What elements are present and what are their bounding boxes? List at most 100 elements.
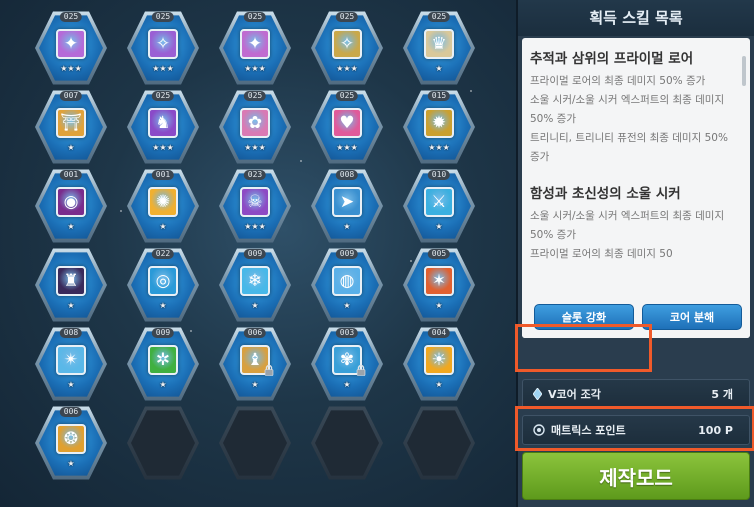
description-line: 소울 시커/소울 시커 엑스퍼트의 최종 데미지 50% 증가	[530, 210, 725, 241]
section-body: 프라이멀 로어의 최종 데미지 50% 증가 소울 시커/소울 시커 엑스퍼트의…	[530, 72, 730, 167]
core-star-rating: ★	[159, 301, 167, 310]
winged-emblem-icon: ✦	[56, 29, 86, 59]
vcore-fragment-icon	[533, 388, 542, 400]
core-star-rating: ★	[67, 143, 75, 152]
dark-warrior-icon: ♜	[56, 266, 86, 296]
section-body: 소울 시커/소울 시커 엑스퍼트의 최종 데미지 50% 증가 프라이멀 로어의…	[530, 207, 730, 264]
skill-core-slot[interactable]: 025 ✦ ★★★	[219, 10, 291, 86]
panel-title: 획득 스킬 목록	[518, 0, 754, 36]
core-star-rating: ★	[159, 380, 167, 389]
skill-core-slot[interactable]: ♜ ★	[35, 247, 107, 323]
winged-emblem-icon: ✦	[240, 29, 270, 59]
core-level-tag: 010	[427, 170, 451, 180]
water-orb-icon: ◍	[332, 266, 362, 296]
core-level-tag: 006	[243, 328, 267, 338]
skill-core-slot[interactable]: 022 ◎ ★	[127, 247, 199, 323]
core-level-tag: 025	[335, 91, 359, 101]
golden-gear-icon: ✹	[424, 108, 454, 138]
core-star-rating: ★	[343, 301, 351, 310]
description-scrollbar[interactable]	[742, 56, 746, 86]
skill-core-slot[interactable]: 005 ✶ ★	[403, 247, 475, 323]
skill-core-slot[interactable]: 006 ♝ ★	[219, 326, 291, 402]
lock-icon	[356, 364, 366, 376]
ice-pillar-icon: ❄	[240, 266, 270, 296]
eye-icon: ◉	[56, 187, 86, 217]
skill-core-slot[interactable]: 023 ☠ ★★★	[219, 168, 291, 244]
craft-mode-button[interactable]: 제작모드	[522, 452, 750, 500]
skill-core-slot[interactable]: 025 ✧ ★★★	[311, 10, 383, 86]
core-star-rating: ★★★	[244, 64, 266, 73]
core-level-tag: 025	[151, 12, 175, 22]
core-level-tag: 015	[427, 91, 451, 101]
skill-core-slot[interactable]: 007 ⛩ ★	[35, 89, 107, 165]
description-line: 프라이멀 로어의 최종 데미지 50% 증가	[530, 75, 706, 87]
skill-core-slot[interactable]: 025 ♞ ★★★	[127, 89, 199, 165]
goddess-icon: ♛	[424, 29, 454, 59]
skill-core-slot[interactable]: 009 ❄ ★	[219, 247, 291, 323]
empty-core-slot[interactable]	[403, 405, 475, 481]
skill-core-slot[interactable]: 025 ✧ ★★★	[127, 10, 199, 86]
skill-core-slot[interactable]: 003 ✾ ★	[311, 326, 383, 402]
skill-core-slot[interactable]: 004 ☀ ★	[403, 326, 475, 402]
core-level-tag: 025	[59, 12, 83, 22]
core-star-rating: ★	[343, 222, 351, 231]
core-level-tag: 005	[427, 249, 451, 259]
skill-core-slot[interactable]: 025 ♛ ★	[403, 10, 475, 86]
core-star-rating: ★★★	[152, 143, 174, 152]
core-star-rating: ★★★	[244, 143, 266, 152]
skill-core-slot[interactable]: 008 ✴ ★	[35, 326, 107, 402]
matrix-point-row: 매트릭스 포인트 100 P	[522, 415, 750, 445]
core-star-rating: ★	[67, 459, 75, 468]
description-line: 프라이멀 로어의 최종 데미지 50	[530, 248, 673, 260]
core-level-tag: 022	[151, 249, 175, 259]
sun-burst-icon: ✺	[148, 187, 178, 217]
vcore-fragment-value: 5 개	[711, 388, 733, 401]
core-level-tag: 006	[59, 407, 83, 417]
core-disassemble-button[interactable]: 코어 분해	[642, 304, 742, 330]
vcore-fragment-label: V코어 조각	[548, 388, 601, 401]
blade-icon: ⚔	[424, 187, 454, 217]
core-level-tag: 007	[59, 91, 83, 101]
skill-core-slot[interactable]: 008 ➤ ★	[311, 168, 383, 244]
core-star-rating: ★	[343, 380, 351, 389]
skill-core-slot[interactable]: 001 ✺ ★	[127, 168, 199, 244]
core-level-tag: 004	[427, 328, 451, 338]
core-star-rating: ★	[159, 222, 167, 231]
skill-description-box[interactable]: 추적과 삼위의 프라이멀 로어 프라이멀 로어의 최종 데미지 50% 증가 소…	[522, 38, 750, 338]
empty-core-slot[interactable]	[311, 405, 383, 481]
winged-emblem-icon: ✧	[148, 29, 178, 59]
skill-info-panel: 획득 스킬 목록 추적과 삼위의 프라이멀 로어 프라이멀 로어의 최종 데미지…	[518, 0, 754, 507]
slot-enhance-button[interactable]: 슬롯 강화	[534, 304, 634, 330]
dragon-icon: ♞	[148, 108, 178, 138]
core-level-tag: 023	[243, 170, 267, 180]
skill-core-slot[interactable]: 006 ❂ ★	[35, 405, 107, 481]
skill-core-slot[interactable]: 001 ◉ ★	[35, 168, 107, 244]
core-star-rating: ★	[435, 380, 443, 389]
skill-core-slot[interactable]: 025 ✦ ★★★	[35, 10, 107, 86]
core-star-rating: ★★★	[336, 64, 358, 73]
skill-core-slot[interactable]: 009 ◍ ★	[311, 247, 383, 323]
core-level-tag: 009	[151, 328, 175, 338]
skill-core-slot[interactable]: 015 ✹ ★★★	[403, 89, 475, 165]
skill-core-slot[interactable]: 009 ✲ ★	[127, 326, 199, 402]
description-section-1: 추적과 삼위의 프라이멀 로어 프라이멀 로어의 최종 데미지 50% 증가 소…	[530, 50, 730, 167]
empty-core-slot[interactable]	[219, 405, 291, 481]
skill-core-slot[interactable]: 025 ♥ ★★★	[311, 89, 383, 165]
pink-beast-icon: ✿	[240, 108, 270, 138]
core-star-rating: ★	[435, 301, 443, 310]
frost-icon: ✴	[56, 345, 86, 375]
skill-core-slot[interactable]: 010 ⚔ ★	[403, 168, 475, 244]
skill-core-slot[interactable]: 025 ✿ ★★★	[219, 89, 291, 165]
sun-icon: ☀	[424, 345, 454, 375]
core-star-rating: ★	[435, 64, 443, 73]
core-level-tag: 025	[243, 12, 267, 22]
lock-icon	[264, 364, 274, 376]
green-gear-icon: ✲	[148, 345, 178, 375]
core-level-tag: 008	[335, 170, 359, 180]
target-icon: ◎	[148, 266, 178, 296]
winged-emblem-icon: ✧	[332, 29, 362, 59]
core-level-tag: 025	[151, 91, 175, 101]
empty-core-slot[interactable]	[127, 405, 199, 481]
core-star-rating: ★	[67, 222, 75, 231]
dash-icon: ➤	[332, 187, 362, 217]
